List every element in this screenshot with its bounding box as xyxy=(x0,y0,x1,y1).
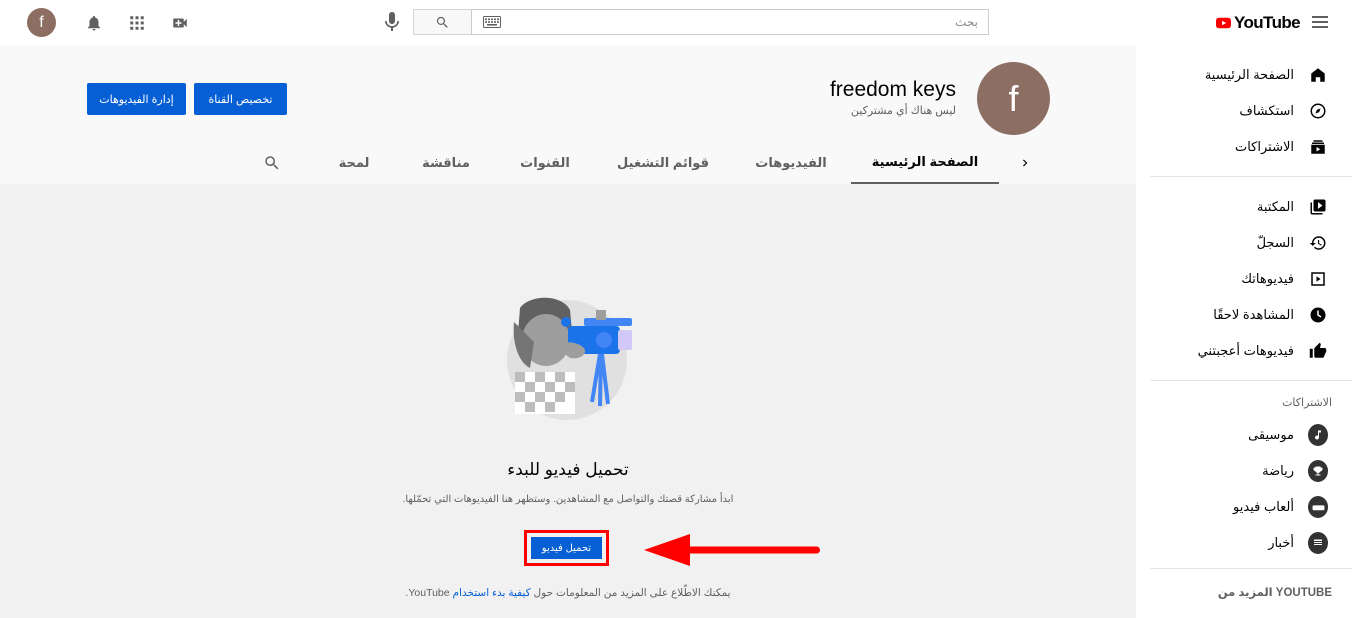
library-icon xyxy=(1308,197,1328,217)
sidebar-item-library[interactable]: المكتبة xyxy=(1138,192,1328,222)
channel-avatar: f xyxy=(977,62,1050,135)
search-placeholder: بحث xyxy=(955,15,978,29)
trophy-icon xyxy=(1308,460,1328,482)
manage-videos-button[interactable]: إدارة الفيديوهات xyxy=(87,83,186,115)
search-bar: بحث xyxy=(413,9,989,35)
sidebar-item-explore[interactable]: استكشاف xyxy=(1138,96,1328,126)
music-icon xyxy=(1308,424,1328,446)
sidebar-divider xyxy=(1150,568,1352,569)
empty-state-description: ابدأ مشاركة قصتك والتواصل مع المشاهدين. … xyxy=(402,494,734,505)
subscriptions-heading: الاشتراكات xyxy=(1282,397,1332,409)
compass-icon xyxy=(1308,101,1328,121)
sidebar-item-watch-later[interactable]: المشاهدة لاحقًا xyxy=(1138,300,1328,330)
sidebar-item-liked-videos[interactable]: فيديوهات أعجبتني xyxy=(1138,336,1328,366)
empty-state-title: تحميل فيديو للبدء xyxy=(507,460,629,479)
channel-avatar-letter: f xyxy=(1008,77,1019,119)
tab-about[interactable]: لمحة xyxy=(330,142,378,184)
sidebar-item-subscriptions[interactable]: الاشتراكات xyxy=(1138,132,1328,162)
tab-channels[interactable]: القنوات xyxy=(510,142,580,184)
sidebar-item-label: المشاهدة لاحقًا xyxy=(1213,307,1294,322)
account-avatar[interactable]: f xyxy=(27,8,56,37)
sidebar-item-label: المكتبة xyxy=(1256,199,1294,214)
top-bar: f بحث YouTube xyxy=(0,0,1352,46)
channel-name: freedom keys xyxy=(829,78,956,101)
channel-header: f freedom keys ليس هناك أي مشتركين تخصيص… xyxy=(0,46,1136,184)
sidebar-divider xyxy=(1150,176,1352,177)
home-icon xyxy=(1308,65,1328,85)
sidebar-item-label: السجلّ xyxy=(1256,235,1294,250)
thumbs-up-icon xyxy=(1308,341,1328,361)
tabs-scroll-left-icon[interactable] xyxy=(1014,142,1036,184)
keyboard-icon[interactable] xyxy=(483,16,501,28)
more-from-youtube-heading: المزيد من YOUTUBE xyxy=(1217,587,1332,599)
learn-more-suffix: YouTube. xyxy=(405,587,450,599)
clock-icon xyxy=(1308,305,1328,325)
channel-content: تحميل فيديو للبدء ابدأ مشاركة قصتك والتو… xyxy=(0,184,1136,618)
logo-text: YouTube xyxy=(1234,13,1301,32)
sidebar-item-label: رياضة xyxy=(1262,463,1294,478)
tab-discussion[interactable]: مناقشة xyxy=(414,142,478,184)
learn-more-prefix: يمكنك الاطّلاع على المزيد من المعلومات ح… xyxy=(533,587,731,599)
sidebar-item-label: الاشتراكات xyxy=(1234,139,1294,154)
voice-search-icon[interactable] xyxy=(380,10,404,34)
channel-tabs: الصفحة الرئيسية الفيديوهات قوائم التشغيل… xyxy=(0,142,1136,184)
sidebar-item-your-videos[interactable]: فيديوهاتك xyxy=(1138,264,1328,294)
sidebar-item-label: ألعاب فيديو xyxy=(1233,499,1294,514)
channel-search-icon[interactable] xyxy=(258,142,286,184)
tab-videos[interactable]: الفيديوهات xyxy=(745,142,837,184)
menu-icon[interactable] xyxy=(1310,11,1330,33)
sidebar-item-sports[interactable]: رياضة xyxy=(1138,456,1328,486)
search-icon xyxy=(436,16,448,28)
sidebar-item-label: موسيقى xyxy=(1248,427,1294,442)
search-button[interactable] xyxy=(413,9,472,35)
sidebar-item-label: استكشاف xyxy=(1239,103,1294,118)
app-root: f بحث YouTube f freedom keys ليس هناك أي… xyxy=(0,0,1352,618)
gaming-icon xyxy=(1308,496,1328,518)
upload-video-button[interactable]: تحميل فيديو xyxy=(531,537,602,559)
sidebar-item-music[interactable]: موسيقى xyxy=(1138,420,1328,450)
search-input[interactable]: بحث xyxy=(471,9,989,35)
tab-playlists[interactable]: قوائم التشغيل xyxy=(611,142,715,184)
camera-operator-illustration xyxy=(507,297,632,420)
sidebar-item-gaming[interactable]: ألعاب فيديو xyxy=(1138,492,1328,522)
create-video-icon[interactable] xyxy=(168,11,192,35)
sidebar-item-news[interactable]: أخبار xyxy=(1138,528,1328,558)
sidebar-item-label: فيديوهاتك xyxy=(1241,271,1294,286)
youtube-play-icon xyxy=(1216,17,1231,29)
tab-home[interactable]: الصفحة الرئيسية xyxy=(851,142,999,184)
apps-grid-icon[interactable] xyxy=(125,11,149,35)
red-arrow-annotation xyxy=(644,534,820,566)
sidebar-item-label: أخبار xyxy=(1268,535,1294,550)
history-icon xyxy=(1308,233,1328,253)
sidebar-item-label: فيديوهات أعجبتني xyxy=(1197,343,1294,358)
subscriber-count: ليس هناك أي مشتركين xyxy=(850,105,956,117)
learn-more-text: يمكنك الاطّلاع على المزيد من المعلومات ح… xyxy=(0,587,1136,599)
learn-more-link[interactable]: كيفية بدء استخدام xyxy=(453,587,531,599)
notifications-icon[interactable] xyxy=(82,11,106,35)
sidebar-divider xyxy=(1150,380,1352,381)
sidebar-item-label: الصفحة الرئيسية xyxy=(1204,67,1294,82)
sidebar-item-home[interactable]: الصفحة الرئيسية xyxy=(1138,60,1328,90)
youtube-logo[interactable]: YouTube xyxy=(1216,12,1301,34)
news-icon xyxy=(1308,532,1328,554)
subscriptions-icon xyxy=(1308,137,1328,157)
customize-channel-button[interactable]: تخصيص القناة xyxy=(194,83,287,115)
sidebar: الصفحة الرئيسية استكشاف الاشتراكات المكت… xyxy=(1136,46,1352,618)
account-avatar-letter: f xyxy=(39,13,44,31)
your-videos-icon xyxy=(1308,269,1328,289)
sidebar-item-history[interactable]: السجلّ xyxy=(1138,228,1328,258)
